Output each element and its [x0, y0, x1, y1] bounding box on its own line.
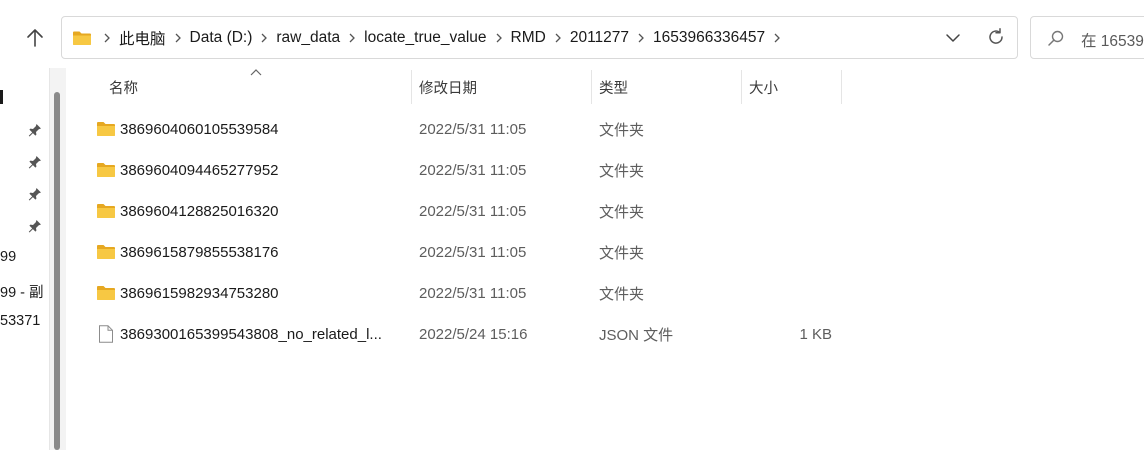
chevron-right-icon[interactable] [766, 17, 788, 58]
breadcrumb-item[interactable]: RMD [510, 29, 547, 47]
breadcrumb-item[interactable]: locate_true_value [363, 29, 487, 47]
column-header-type[interactable]: 类型 [599, 70, 628, 104]
chevron-down-icon[interactable] [944, 29, 962, 47]
folder-icon [73, 31, 91, 45]
column-header-date[interactable]: 修改日期 [419, 70, 477, 104]
search-placeholder: 在 16539 [1081, 33, 1144, 50]
file-name[interactable]: 3869604060105539584 [120, 109, 279, 150]
file-size: 1 KB [799, 326, 832, 343]
file-size [749, 191, 832, 232]
chevron-right-icon[interactable] [341, 17, 363, 58]
file-type: 文件夹 [599, 286, 645, 303]
pin-icon[interactable] [28, 155, 42, 169]
file-date: 2022/5/24 15:16 [419, 326, 528, 343]
chevron-right-icon[interactable] [253, 17, 275, 58]
file-type: 文件夹 [599, 204, 645, 221]
sort-ascending-icon [250, 69, 262, 76]
search-icon [1048, 30, 1064, 46]
breadcrumb-item[interactable]: 2011277 [569, 29, 630, 47]
breadcrumb: 此电脑 Data (D:) raw_data locate_true_value… [96, 17, 788, 58]
chevron-right-icon[interactable] [630, 17, 652, 58]
file-name[interactable]: 3869604128825016320 [120, 191, 279, 232]
file-type: 文件夹 [599, 163, 645, 180]
file-date: 2022/5/31 11:05 [419, 121, 527, 138]
address-row: 此电脑 Data (D:) raw_data locate_true_value… [0, 0, 1144, 68]
breadcrumb-item[interactable]: 1653966336457 [652, 29, 766, 47]
arrow-up-icon [27, 29, 43, 47]
folder-icon [97, 286, 115, 300]
nav-item[interactable]: 99 - 副 [0, 281, 44, 302]
file-size [749, 109, 832, 150]
list-item[interactable]: 3869604128825016320 2022/5/31 11:05 文件夹 [66, 191, 1144, 232]
file-name[interactable]: 3869300165399543808_no_related_l... [120, 314, 382, 355]
file-name[interactable]: 3869615982934753280 [120, 273, 279, 314]
file-icon [99, 325, 113, 343]
file-type: 文件夹 [599, 122, 645, 139]
file-date: 2022/5/31 11:05 [419, 203, 527, 220]
folder-icon [97, 163, 115, 177]
file-date: 2022/5/31 11:05 [419, 162, 527, 179]
column-divider[interactable] [741, 70, 742, 104]
search-input[interactable]: 在 16539 [1030, 16, 1144, 59]
column-header-size[interactable]: 大小 [749, 70, 778, 104]
list-item[interactable]: 3869300165399543808_no_related_l... 2022… [66, 314, 1144, 355]
pin-icon[interactable] [28, 219, 42, 233]
navigation-pane: 99 99 - 副 53371 [0, 68, 50, 450]
up-button[interactable] [20, 24, 50, 52]
file-date: 2022/5/31 11:05 [419, 244, 527, 261]
refresh-icon[interactable] [986, 27, 1006, 47]
pin-icon[interactable] [28, 187, 42, 201]
list-item[interactable]: 3869604094465277952 2022/5/31 11:05 文件夹 [66, 150, 1144, 191]
scrollbar-thumb[interactable] [54, 92, 60, 450]
file-date: 2022/5/31 11:05 [419, 285, 527, 302]
list-item[interactable]: 3869615982934753280 2022/5/31 11:05 文件夹 [66, 273, 1144, 314]
folder-icon [97, 122, 115, 136]
list-item[interactable]: 3869615879855538176 2022/5/31 11:05 文件夹 [66, 232, 1144, 273]
folder-icon [97, 204, 115, 218]
selection-marker [0, 90, 3, 104]
breadcrumb-item[interactable]: Data (D:) [189, 29, 254, 47]
file-name[interactable]: 3869604094465277952 [120, 150, 279, 191]
breadcrumb-item[interactable]: 此电脑 [118, 27, 167, 49]
folder-icon [97, 245, 115, 259]
chevron-right-icon[interactable] [96, 17, 118, 58]
column-header-name[interactable]: 名称 [109, 70, 138, 104]
chevron-right-icon[interactable] [488, 17, 510, 58]
pin-icon[interactable] [28, 123, 42, 137]
nav-item[interactable]: 53371 [0, 313, 40, 329]
column-divider[interactable] [411, 70, 412, 104]
file-type: JSON 文件 [599, 327, 674, 344]
column-divider[interactable] [841, 70, 842, 104]
file-size [749, 150, 832, 191]
list-item[interactable]: 3869604060105539584 2022/5/31 11:05 文件夹 [66, 109, 1144, 150]
file-type: 文件夹 [599, 245, 645, 262]
file-name[interactable]: 3869615879855538176 [120, 232, 279, 273]
chevron-right-icon[interactable] [167, 17, 189, 58]
file-size [749, 273, 832, 314]
file-size [749, 232, 832, 273]
breadcrumb-item[interactable]: raw_data [275, 29, 341, 47]
chevron-right-icon[interactable] [547, 17, 569, 58]
column-divider[interactable] [591, 70, 592, 104]
address-bar[interactable]: 此电脑 Data (D:) raw_data locate_true_value… [61, 16, 1018, 59]
nav-item[interactable]: 99 [0, 249, 16, 265]
